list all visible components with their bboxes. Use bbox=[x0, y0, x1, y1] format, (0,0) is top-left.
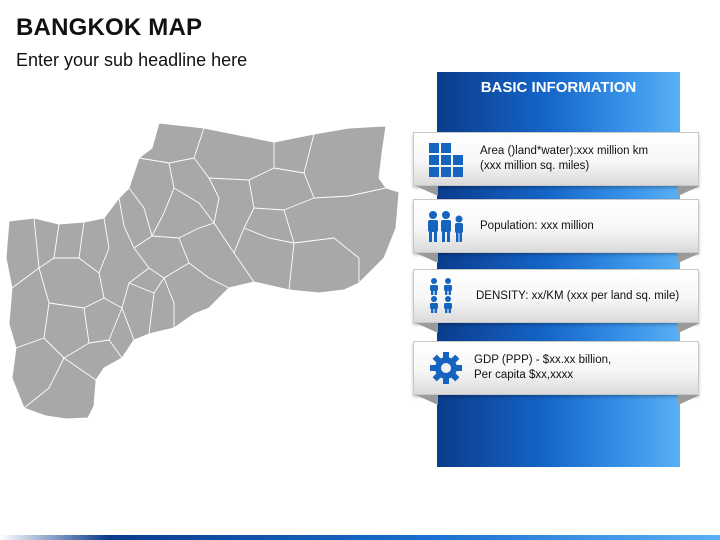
people-group-icon bbox=[428, 211, 463, 242]
grid-blocks-icon bbox=[429, 143, 463, 177]
page-subtitle: Enter your sub headline here bbox=[16, 50, 248, 70]
info-density-line1: DENSITY: xx/KM (xxx per land sq. mile) bbox=[476, 289, 680, 302]
info-card-population: Population: xxx million bbox=[413, 199, 700, 263]
info-card-area: Area ()land*water):xxx million km (xxx m… bbox=[413, 132, 700, 196]
info-gdp-line1: GDP (PPP) - $xx.xx billion, bbox=[474, 354, 612, 366]
panel-title: BASIC INFORMATION bbox=[480, 79, 637, 96]
people-density-icon bbox=[430, 278, 452, 313]
info-gdp-line2: Per capita $xx,xxxx bbox=[474, 369, 574, 381]
info-card-gdp: GDP (PPP) - $xx.xx billion, Per capita $… bbox=[413, 341, 700, 405]
info-area-line1: Area ()land*water):xxx million km bbox=[480, 145, 649, 157]
info-area-line2: (xxx million sq. miles) bbox=[480, 160, 590, 172]
info-card-density: DENSITY: xx/KM (xxx per land sq. mile) bbox=[413, 269, 700, 333]
page-title: BANGKOK MAP bbox=[16, 14, 203, 41]
map-outline bbox=[5, 122, 400, 420]
footer-bar bbox=[0, 535, 720, 540]
gear-icon bbox=[430, 352, 462, 384]
bangkok-map bbox=[5, 122, 400, 420]
info-population-line1: Population: xxx million bbox=[480, 219, 594, 232]
